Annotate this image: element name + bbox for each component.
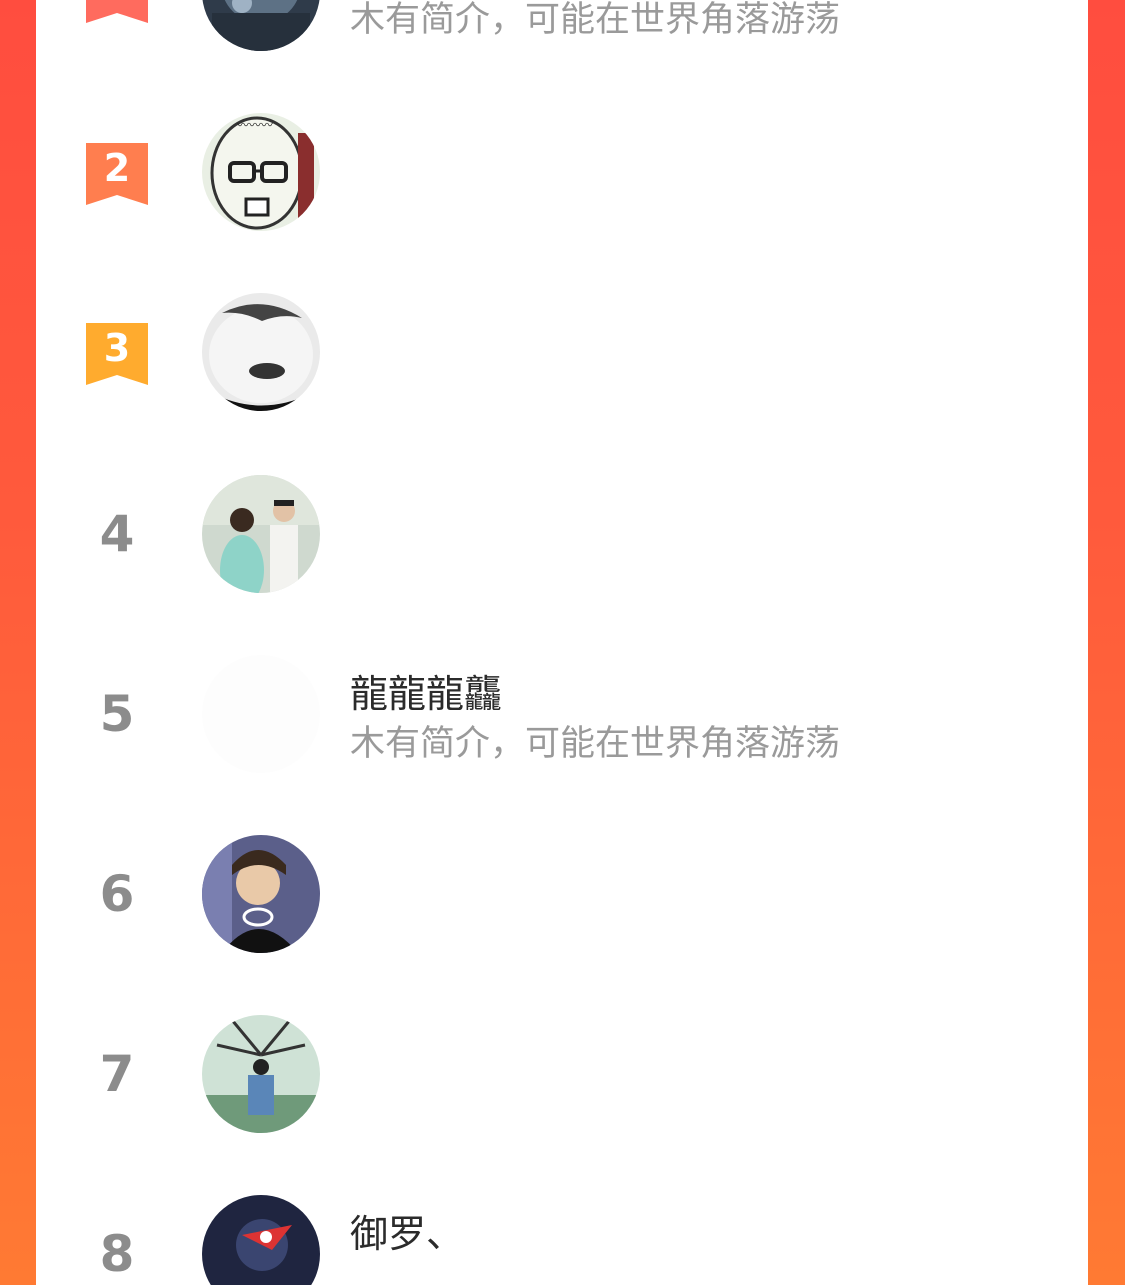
ranking-row[interactable]: 7: [36, 983, 1088, 1163]
rank-badge-2: 2: [86, 143, 148, 205]
rank-badge-3: 3: [86, 323, 148, 385]
avatar[interactable]: 〰〰〰: [202, 113, 320, 231]
rank-number: 7: [99, 1045, 135, 1103]
rank-badge-1: 1: [86, 0, 148, 35]
ranking-row[interactable]: 1 木有简介，可能在世界角落游荡: [36, 0, 1088, 73]
avatar[interactable]: [202, 475, 320, 593]
rank-number: 5: [99, 685, 135, 743]
ranking-panel: 1 木有简介，可能在世界角落游荡 2: [36, 0, 1088, 1285]
ranking-row[interactable]: 4: [36, 443, 1088, 623]
rank-number: 4: [99, 505, 135, 563]
avatar[interactable]: [202, 1195, 320, 1285]
rank-badge-label: 3: [103, 326, 131, 370]
user-description: 木有简介，可能在世界角落游荡: [350, 0, 841, 40]
avatar[interactable]: [202, 655, 320, 773]
ranking-row[interactable]: 8 御罗、: [36, 1163, 1088, 1285]
svg-text:〰〰〰: 〰〰〰: [237, 118, 273, 132]
ranking-row[interactable]: 6: [36, 803, 1088, 983]
avatar[interactable]: [202, 0, 320, 51]
avatar[interactable]: [202, 835, 320, 953]
user-description: 木有简介，可能在世界角落游荡: [350, 724, 841, 764]
ranking-row[interactable]: 5 龍龍龍龘 木有简介，可能在世界角落游荡: [36, 623, 1088, 803]
ranking-row[interactable]: 2 〰〰〰: [36, 83, 1088, 263]
ranking-row[interactable]: 3: [36, 263, 1088, 443]
user-name[interactable]: 御罗、: [350, 1203, 464, 1258]
rank-number: 8: [99, 1225, 135, 1283]
user-name[interactable]: 龍龍龍龘: [350, 663, 502, 718]
avatar[interactable]: [202, 293, 320, 411]
rank-number: 6: [99, 865, 135, 923]
rank-badge-label: 2: [103, 146, 131, 190]
avatar[interactable]: [202, 1015, 320, 1133]
